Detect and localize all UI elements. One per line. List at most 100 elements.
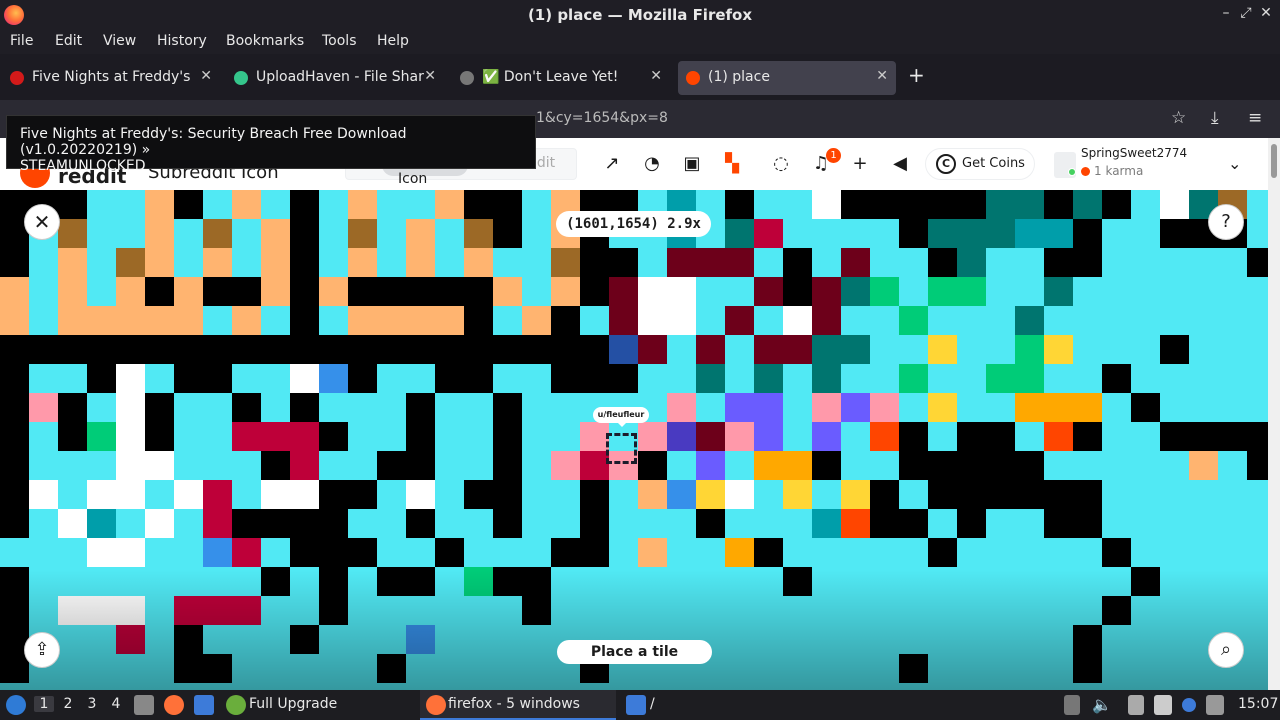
- canvas-pixel[interactable]: [145, 393, 174, 422]
- canvas-pixel[interactable]: [638, 538, 667, 567]
- canvas-pixel[interactable]: [145, 451, 174, 480]
- canvas-pixel[interactable]: [116, 422, 145, 451]
- workspace-4[interactable]: 4: [106, 696, 126, 712]
- start-menu-icon[interactable]: [6, 695, 26, 715]
- canvas-pixel[interactable]: [899, 219, 928, 248]
- canvas-pixel[interactable]: [406, 335, 435, 364]
- canvas-pixel[interactable]: [464, 190, 493, 219]
- canvas-pixel[interactable]: [609, 306, 638, 335]
- canvas-pixel[interactable]: [870, 277, 899, 306]
- menu-edit[interactable]: Edit: [55, 33, 82, 49]
- canvas-pixel[interactable]: [754, 277, 783, 306]
- canvas-pixel[interactable]: [174, 277, 203, 306]
- canvas-pixel[interactable]: [319, 277, 348, 306]
- canvas-pixel[interactable]: [406, 567, 435, 596]
- canvas-pixel[interactable]: [899, 190, 928, 219]
- username[interactable]: SpringSweet2774: [1081, 146, 1187, 160]
- create-post-icon[interactable]: +: [848, 152, 872, 176]
- menu-file[interactable]: File: [10, 33, 33, 49]
- canvas-pixel[interactable]: [1247, 451, 1268, 480]
- clipboard-icon[interactable]: [1128, 695, 1144, 715]
- canvas-pixel[interactable]: [899, 451, 928, 480]
- canvas-pixel[interactable]: [261, 219, 290, 248]
- canvas-pixel[interactable]: [58, 306, 87, 335]
- canvas-pixel[interactable]: [145, 248, 174, 277]
- canvas-pixel[interactable]: [464, 480, 493, 509]
- canvas-pixel[interactable]: [1044, 277, 1073, 306]
- canvas-pixel[interactable]: [957, 451, 986, 480]
- canvas-pixel[interactable]: [261, 509, 290, 538]
- canvas-pixel[interactable]: [0, 393, 29, 422]
- coins-chart-icon[interactable]: ◔: [640, 152, 664, 176]
- canvas-pixel[interactable]: [232, 335, 261, 364]
- canvas-pixel[interactable]: [1131, 393, 1160, 422]
- canvas-pixel[interactable]: [464, 277, 493, 306]
- canvas-pixel[interactable]: [348, 335, 377, 364]
- canvas-pixel[interactable]: [812, 306, 841, 335]
- canvas-pixel[interactable]: [319, 509, 348, 538]
- canvas-pixel[interactable]: [1044, 248, 1073, 277]
- canvas-pixel[interactable]: [928, 248, 957, 277]
- folder-icon[interactable]: [626, 695, 646, 715]
- canvas-pixel[interactable]: [928, 480, 957, 509]
- canvas-pixel[interactable]: [986, 190, 1015, 219]
- canvas-pixel[interactable]: [116, 480, 145, 509]
- canvas-pixel[interactable]: [667, 422, 696, 451]
- canvas-pixel[interactable]: [899, 509, 928, 538]
- canvas-pixel[interactable]: [0, 596, 29, 625]
- canvas-pixel[interactable]: [87, 538, 116, 567]
- canvas-pixel[interactable]: [1102, 596, 1131, 625]
- get-coins-button[interactable]: C Get Coins: [925, 148, 1035, 180]
- tab-close-icon[interactable]: ✕: [424, 68, 436, 84]
- close-window-button[interactable]: ✕: [1258, 5, 1274, 21]
- canvas-pixel[interactable]: [493, 422, 522, 451]
- tab-close-icon[interactable]: ✕: [650, 68, 662, 84]
- canvas-pixel[interactable]: [754, 393, 783, 422]
- canvas-pixel[interactable]: [261, 422, 290, 451]
- popular-icon[interactable]: ↗: [600, 152, 624, 176]
- canvas-pixel[interactable]: [290, 451, 319, 480]
- canvas-pixel[interactable]: [493, 509, 522, 538]
- canvas-pixel[interactable]: [290, 190, 319, 219]
- canvas-pixel[interactable]: [754, 219, 783, 248]
- canvas-pixel[interactable]: [696, 451, 725, 480]
- file-manager-icon[interactable]: [194, 695, 214, 715]
- canvas-pixel[interactable]: [986, 422, 1015, 451]
- canvas-pixel[interactable]: [145, 509, 174, 538]
- video-icon[interactable]: ▣: [680, 152, 704, 176]
- canvas-pixel[interactable]: [1044, 480, 1073, 509]
- canvas-pixel[interactable]: [464, 248, 493, 277]
- canvas-pixel[interactable]: [1044, 509, 1073, 538]
- canvas-pixel[interactable]: [580, 480, 609, 509]
- canvas-pixel[interactable]: [957, 277, 986, 306]
- canvas-pixel[interactable]: [1073, 480, 1102, 509]
- canvas-pixel[interactable]: [174, 654, 203, 683]
- canvas-pixel[interactable]: [0, 306, 29, 335]
- canvas-pixel[interactable]: [870, 509, 899, 538]
- canvas-pixel[interactable]: [58, 596, 87, 625]
- maximize-button[interactable]: ⤢: [1238, 5, 1254, 21]
- canvas-pixel[interactable]: [638, 306, 667, 335]
- canvas-pixel[interactable]: [290, 277, 319, 306]
- canvas-pixel[interactable]: [841, 190, 870, 219]
- canvas-pixel[interactable]: [667, 248, 696, 277]
- workspace-3[interactable]: 3: [82, 696, 102, 712]
- canvas-pixel[interactable]: [551, 451, 580, 480]
- canvas-pixel[interactable]: [0, 451, 29, 480]
- canvas-pixel[interactable]: [609, 248, 638, 277]
- canvas-pixel[interactable]: [464, 364, 493, 393]
- canvas-pixel[interactable]: [174, 480, 203, 509]
- canvas-pixel[interactable]: [87, 335, 116, 364]
- canvas-pixel[interactable]: [319, 422, 348, 451]
- canvas-pixel[interactable]: [928, 538, 957, 567]
- canvas-pixel[interactable]: [174, 364, 203, 393]
- canvas-pixel[interactable]: [377, 306, 406, 335]
- canvas-pixel[interactable]: [0, 422, 29, 451]
- canvas-pixel[interactable]: [957, 190, 986, 219]
- canvas-pixel[interactable]: [783, 335, 812, 364]
- canvas-pixel[interactable]: [841, 480, 870, 509]
- canvas-pixel[interactable]: [145, 219, 174, 248]
- canvas-pixel[interactable]: [493, 219, 522, 248]
- canvas-pixel[interactable]: [290, 625, 319, 654]
- canvas-pixel[interactable]: [116, 625, 145, 654]
